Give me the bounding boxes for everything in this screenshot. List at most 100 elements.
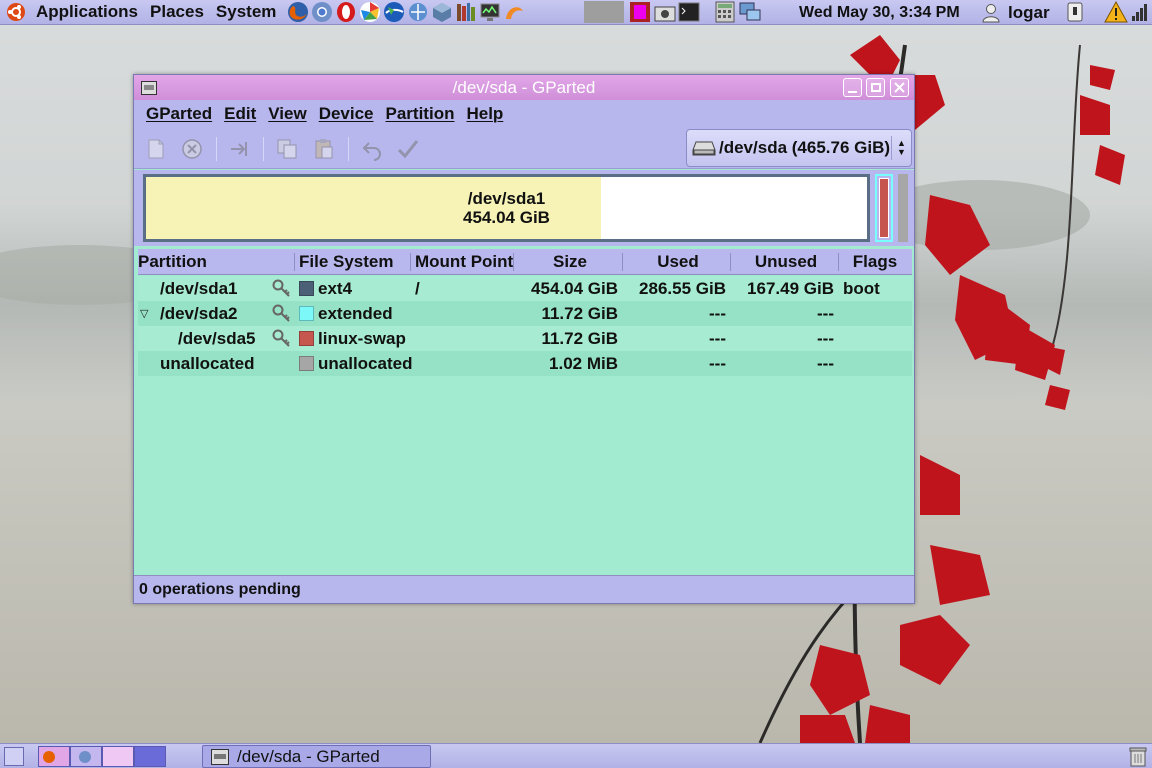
partition-sda1-graphic[interactable]: /dev/sda1 454.04 GiB xyxy=(143,174,870,242)
trash-icon[interactable] xyxy=(1128,746,1148,767)
toolbar: /dev/sda (465.76 GiB) ▲ ▼ xyxy=(134,127,914,169)
col-flags[interactable]: Flags xyxy=(843,249,907,275)
col-unused[interactable]: Unused xyxy=(735,249,837,275)
delete-partition-icon[interactable] xyxy=(180,137,204,161)
gparted-window: /dev/sda - GParted GParted Edit View Dev… xyxy=(133,74,915,604)
device-selector[interactable]: /dev/sda (465.76 GiB) ▲ ▼ xyxy=(686,129,912,167)
cell-used: 286.55 GiB xyxy=(639,278,726,298)
menu-view[interactable]: View xyxy=(268,104,306,124)
virtualbox-icon[interactable] xyxy=(431,1,453,23)
copy-icon[interactable] xyxy=(275,137,299,161)
cell-unused: --- xyxy=(817,303,834,323)
menu-help[interactable]: Help xyxy=(466,104,503,124)
network-signal-icon[interactable] xyxy=(1130,1,1150,23)
partition-graphic-label: /dev/sda1 454.04 GiB xyxy=(146,177,867,239)
resize-move-icon[interactable] xyxy=(227,137,251,161)
new-partition-icon[interactable] xyxy=(144,137,168,161)
menu-gparted[interactable]: GParted xyxy=(146,104,212,124)
cell-file-system: linux-swap xyxy=(318,328,406,348)
bottom-panel: /dev/sda - GParted xyxy=(0,743,1152,768)
gparted-app-icon xyxy=(211,748,229,765)
table-row[interactable]: ▽ /dev/sda2 extended 11.72 GiB --- --- xyxy=(138,301,912,326)
google-earth-icon[interactable] xyxy=(383,1,405,23)
apply-icon[interactable] xyxy=(396,137,420,161)
close-button[interactable] xyxy=(890,78,909,97)
table-row[interactable]: /dev/sda5 linux-swap 11.72 GiB --- --- xyxy=(138,326,912,351)
menu-edit[interactable]: Edit xyxy=(224,104,256,124)
cell-used: --- xyxy=(709,303,726,323)
fs-color-swatch xyxy=(299,281,314,296)
applications-menu[interactable]: Applications xyxy=(30,0,144,25)
status-bar: 0 operations pending xyxy=(134,575,914,603)
system-monitor-icon[interactable] xyxy=(479,1,501,23)
cell-partition: /dev/sda5 xyxy=(178,328,256,348)
table-row[interactable]: unallocated unallocated 1.02 MiB --- --- xyxy=(138,351,912,376)
cell-file-system: extended xyxy=(318,303,393,323)
workspace-thumbnail-icon xyxy=(43,751,55,763)
workspace-1[interactable] xyxy=(38,746,70,767)
cell-mount-point: / xyxy=(415,278,420,298)
window-list-thumb[interactable] xyxy=(584,1,624,23)
window-titlebar[interactable]: /dev/sda - GParted xyxy=(134,75,914,100)
col-partition[interactable]: Partition xyxy=(138,249,207,275)
expander-icon[interactable]: ▽ xyxy=(140,301,148,326)
system-menu[interactable]: System xyxy=(210,0,282,25)
terminal-icon[interactable] xyxy=(677,1,701,23)
col-mount-point[interactable]: Mount Point xyxy=(415,249,513,275)
toolbar-separator xyxy=(348,137,349,161)
clock[interactable]: Wed May 30, 3:34 PM xyxy=(799,0,960,25)
menubar: GParted Edit View Device Partition Help xyxy=(134,100,914,127)
screenshot-icon[interactable] xyxy=(653,1,677,23)
table-row[interactable]: /dev/sda1 ext4 / 454.04 GiB 286.55 GiB 1… xyxy=(138,276,912,301)
cell-size: 454.04 GiB xyxy=(531,278,618,298)
firefox-icon[interactable] xyxy=(287,1,309,23)
extended-partition-graphic[interactable] xyxy=(875,174,893,242)
graphic-partition-size: 454.04 GiB xyxy=(463,208,550,227)
key-icon xyxy=(272,304,290,322)
table-header: Partition File System Mount Point Size U… xyxy=(138,249,912,275)
col-file-system[interactable]: File System xyxy=(299,249,394,275)
network-icon[interactable] xyxy=(407,1,429,23)
banshee-icon[interactable] xyxy=(503,1,525,23)
window-title: /dev/sda - GParted xyxy=(452,77,596,97)
calculator-icon[interactable] xyxy=(713,1,737,23)
fs-color-swatch xyxy=(299,306,314,321)
workspace-2[interactable] xyxy=(70,746,102,767)
record-icon[interactable] xyxy=(628,1,652,23)
taskbar-gparted[interactable]: /dev/sda - GParted xyxy=(202,745,431,768)
col-size[interactable]: Size xyxy=(518,249,622,275)
remote-desktop-icon[interactable] xyxy=(738,1,762,23)
minimize-button[interactable] xyxy=(843,78,862,97)
taskbar-label: /dev/sda - GParted xyxy=(237,746,380,766)
maximize-button[interactable] xyxy=(866,78,885,97)
show-desktop-button[interactable] xyxy=(4,747,24,766)
cell-unused: --- xyxy=(817,328,834,348)
unallocated-graphic[interactable] xyxy=(898,174,908,242)
workspace-4[interactable] xyxy=(134,746,166,767)
cell-unused: --- xyxy=(817,353,834,373)
opera-icon[interactable] xyxy=(335,1,357,23)
ubuntu-logo-icon[interactable] xyxy=(6,2,26,22)
library-icon[interactable] xyxy=(455,1,477,23)
harddisk-icon xyxy=(692,141,716,156)
places-menu[interactable]: Places xyxy=(144,0,210,25)
column-divider xyxy=(513,253,514,271)
cell-flags: boot xyxy=(843,278,880,298)
column-divider xyxy=(410,253,411,271)
swap-partition-graphic[interactable] xyxy=(879,178,889,238)
shutdown-icon[interactable] xyxy=(1064,1,1086,23)
picasa-icon[interactable] xyxy=(359,1,381,23)
workspace-3[interactable] xyxy=(102,746,134,767)
menu-device[interactable]: Device xyxy=(319,104,374,124)
menu-partition[interactable]: Partition xyxy=(386,104,455,124)
chromium-icon[interactable] xyxy=(311,1,333,23)
workspace-thumbnail-icon xyxy=(79,751,91,763)
column-divider xyxy=(838,253,839,271)
column-divider xyxy=(622,253,623,271)
warning-icon[interactable] xyxy=(1104,1,1128,23)
cell-size: 1.02 MiB xyxy=(549,353,618,373)
user-menu[interactable]: logar xyxy=(980,0,1050,25)
paste-icon[interactable] xyxy=(312,137,336,161)
undo-icon[interactable] xyxy=(360,137,384,161)
col-used[interactable]: Used xyxy=(627,249,729,275)
